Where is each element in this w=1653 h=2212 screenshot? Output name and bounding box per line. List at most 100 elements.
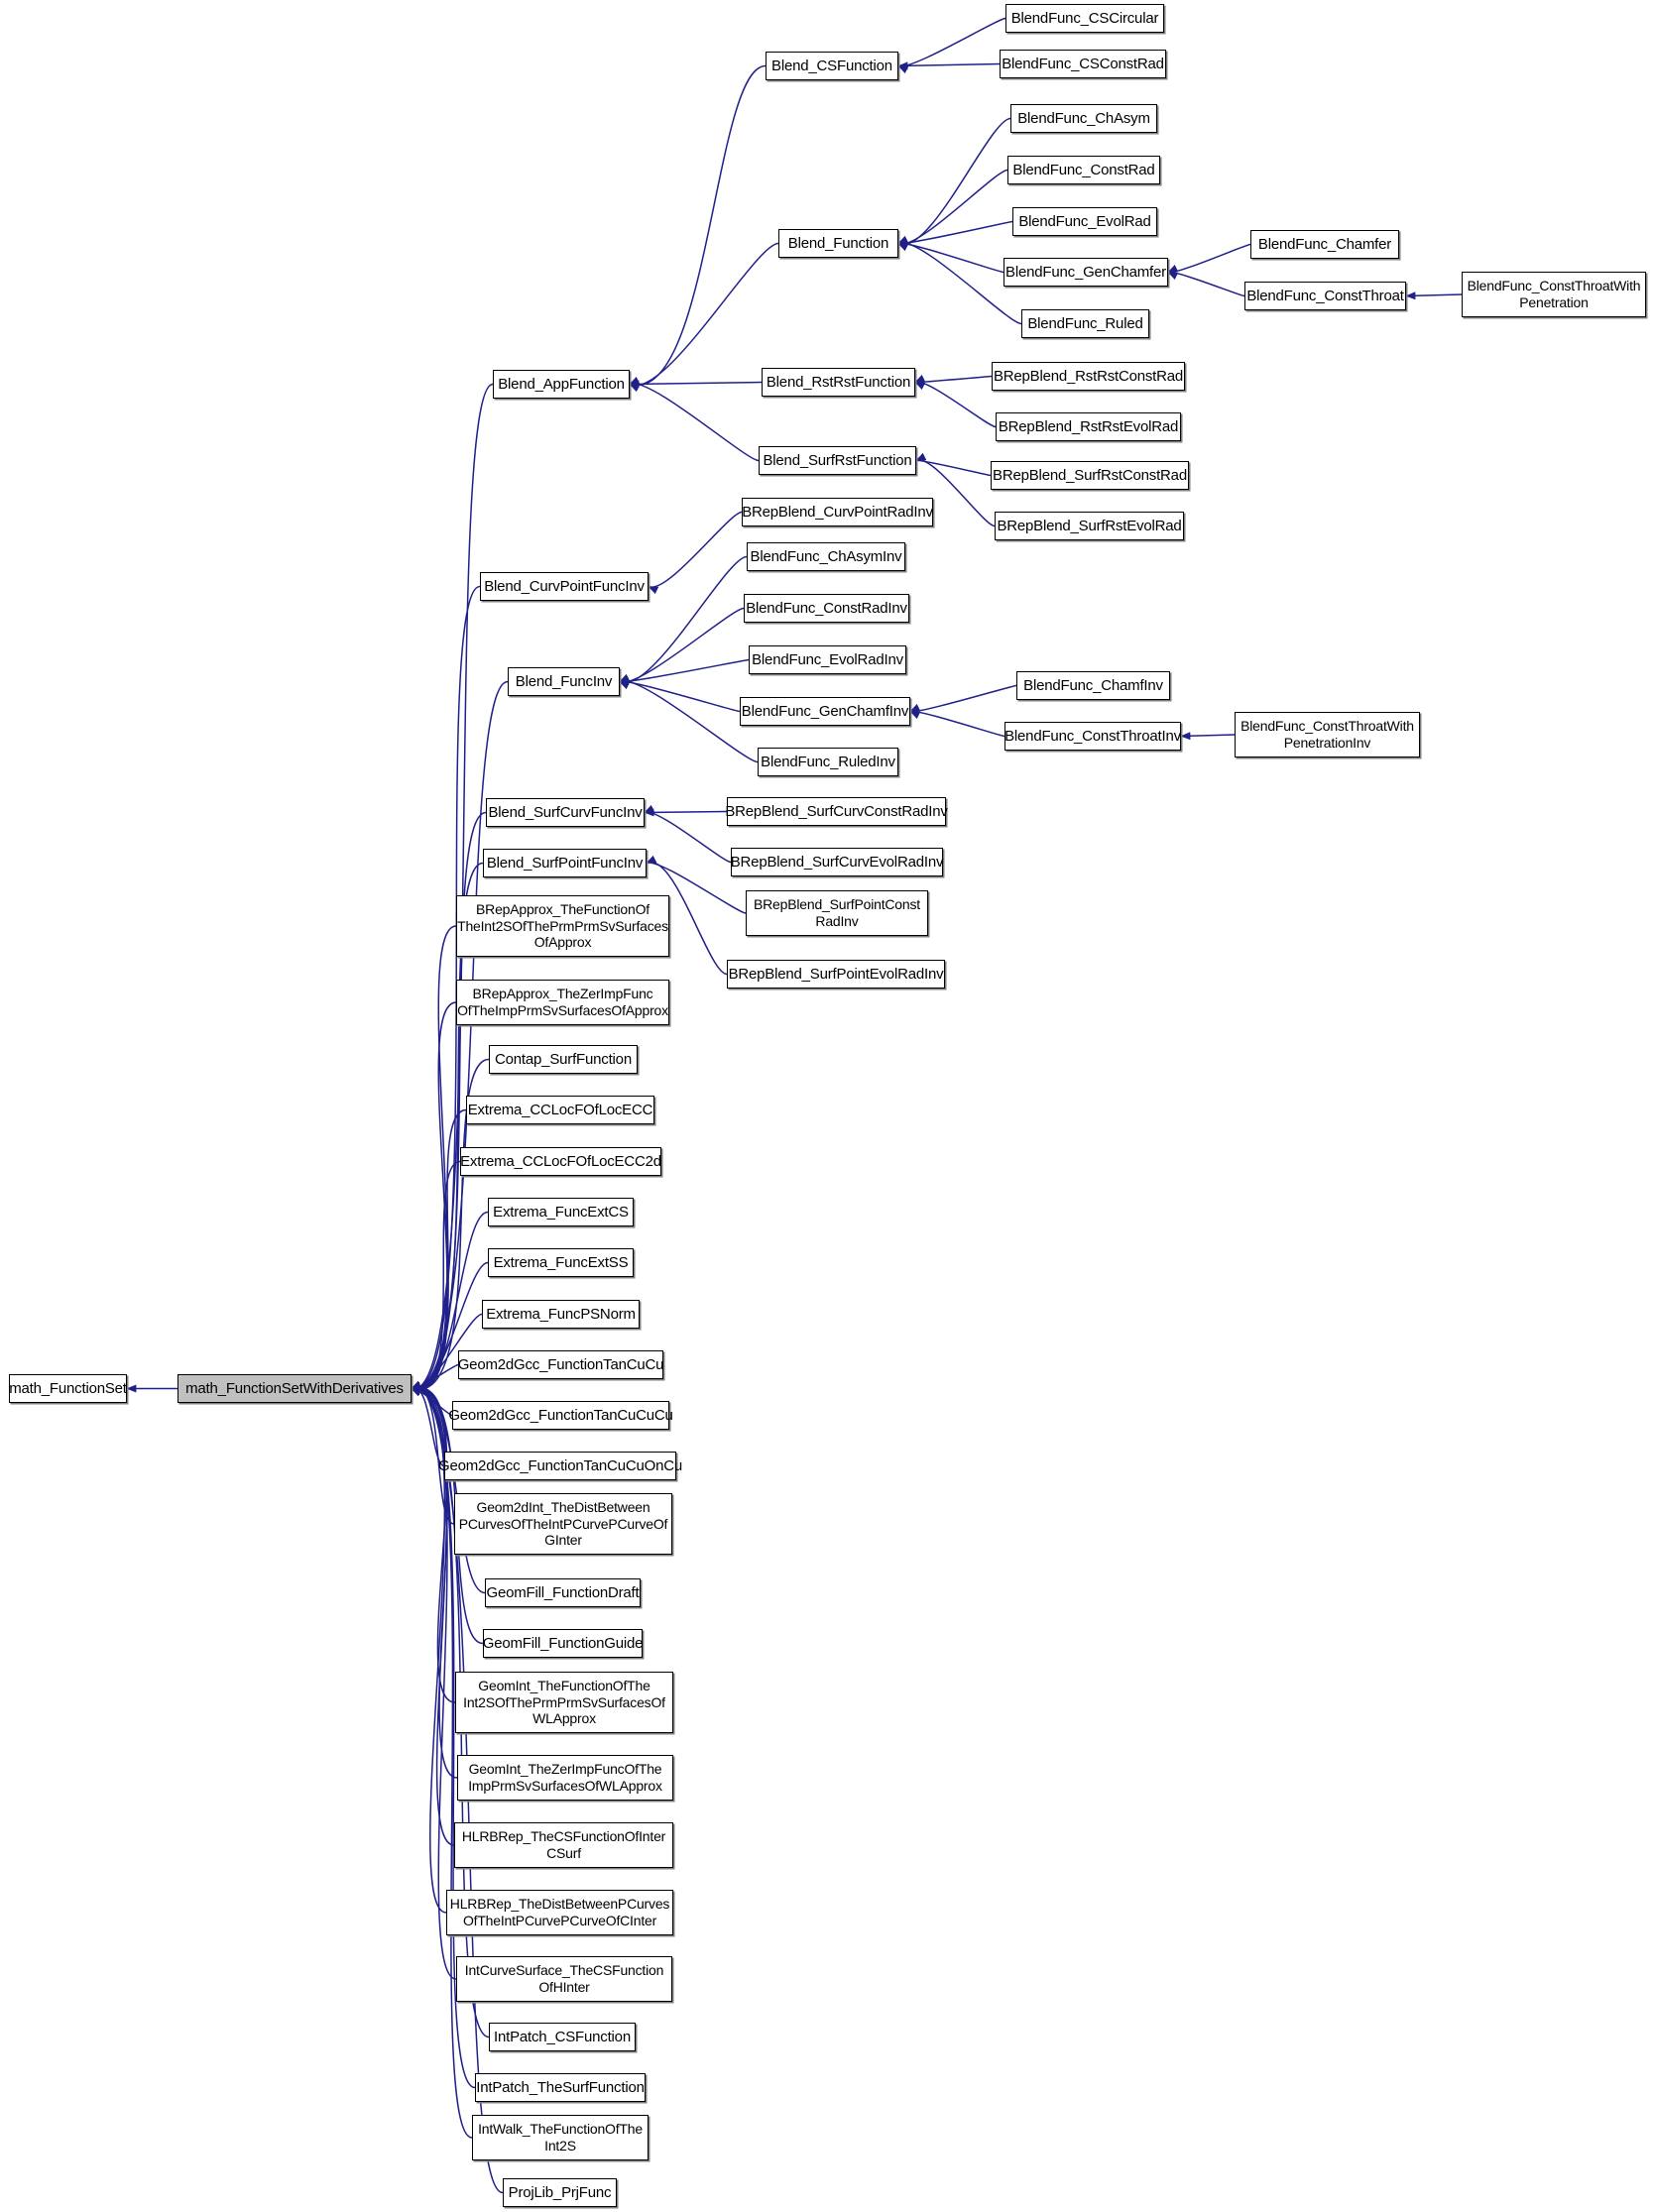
class-node-GeomInt_TheFunctionOfTheInt2SOfThePrmPrmSvSurfacesOfWLApprox[interactable]: GeomInt_TheFunctionOfThe Int2SOfThePrmPr… (455, 1672, 673, 1733)
inheritance-edge (411, 1363, 459, 1397)
class-node-IntWalk_TheFunctionOfTheInt2S[interactable]: IntWalk_TheFunctionOfThe Int2S (472, 2115, 649, 2160)
class-node-label: BRepBlend_RstRstConstRad (993, 367, 1184, 385)
class-node-BRepBlend_SurfCurvEvolRadInv[interactable]: BRepBlend_SurfCurvEvolRadInv (731, 848, 943, 876)
class-node-BlendFunc_Ruled[interactable]: BlendFunc_Ruled (1021, 309, 1149, 338)
class-node-BlendFunc_CSConstRad[interactable]: BlendFunc_CSConstRad (1000, 50, 1166, 78)
class-node-BRepBlend_SurfRstConstRad[interactable]: BRepBlend_SurfRstConstRad (991, 461, 1189, 490)
class-node-BRepBlend_SurfPointEvolRadInv[interactable]: BRepBlend_SurfPointEvolRadInv (727, 960, 945, 989)
class-node-BRepBlend_SurfRstEvolRad[interactable]: BRepBlend_SurfRstEvolRad (995, 512, 1184, 540)
class-node-label: Blend_CurvPointFuncInv (484, 577, 645, 595)
class-node-BRepApprox_TheZerImpFuncOfTheImpPrmSvSurfacesOfApprox[interactable]: BRepApprox_TheZerImpFunc OfTheImpPrmSvSu… (456, 980, 669, 1025)
class-node-label: IntWalk_TheFunctionOfThe Int2S (478, 2121, 643, 2154)
class-node-ProjLib_PrjFunc[interactable]: ProjLib_PrjFunc (503, 2178, 617, 2207)
class-node-Blend_CSFunction[interactable]: Blend_CSFunction (766, 52, 898, 80)
class-node-BlendFunc_GenChamfer[interactable]: BlendFunc_GenChamfer (1004, 258, 1168, 287)
inheritance-edge (619, 607, 745, 690)
class-node-label: HLRBRep_TheDistBetweenPCurves OfTheIntPC… (449, 1896, 670, 1928)
class-node-BlendFunc_RuledInv[interactable]: BlendFunc_RuledInv (758, 748, 898, 776)
class-node-label: BlendFunc_CSCircular (1010, 9, 1159, 27)
class-node-label: BlendFunc_GenChamfer (1005, 263, 1166, 281)
class-node-math_FunctionSetWithDerivatives[interactable]: math_FunctionSetWithDerivatives (177, 1374, 412, 1403)
class-node-label: Blend_FuncInv (515, 672, 613, 690)
class-node-GeomFill_FunctionGuide[interactable]: GeomFill_FunctionGuide (483, 1629, 643, 1658)
class-node-math_FunctionSet[interactable]: math_FunctionSet (9, 1374, 127, 1403)
class-node-BlendFunc_ConstRad[interactable]: BlendFunc_ConstRad (1007, 156, 1160, 184)
class-node-label: GeomFill_FunctionDraft (486, 1583, 640, 1601)
class-node-BlendFunc_ConstThroatWithPenetrationInv[interactable]: BlendFunc_ConstThroatWith PenetrationInv (1235, 712, 1420, 757)
class-node-Blend_SurfPointFuncInv[interactable]: Blend_SurfPointFuncInv (483, 849, 647, 877)
class-node-BlendFunc_Chamfer[interactable]: BlendFunc_Chamfer (1250, 230, 1399, 259)
class-node-Blend_RstRstFunction[interactable]: Blend_RstRstFunction (762, 368, 915, 397)
class-node-Extrema_FuncPSNorm[interactable]: Extrema_FuncPSNorm (482, 1300, 640, 1329)
class-node-Blend_AppFunction[interactable]: Blend_AppFunction (493, 370, 630, 399)
class-node-Extrema_CCLocFOfLocECC[interactable]: Extrema_CCLocFOfLocECC (466, 1096, 654, 1124)
class-node-Blend_SurfRstFunction[interactable]: Blend_SurfRstFunction (759, 446, 916, 475)
class-node-label: BlendFunc_ConstThroat (1246, 287, 1404, 304)
class-node-Blend_Function[interactable]: Blend_Function (778, 229, 898, 258)
class-node-label: BRepBlend_CurvPointRadInv (742, 503, 933, 521)
inheritance-edge (411, 1160, 461, 1396)
class-node-HLRBRep_TheDistBetweenPCurvesOfTheIntPCurvePCurveOfCInter[interactable]: HLRBRep_TheDistBetweenPCurves OfTheIntPC… (446, 1890, 673, 1935)
class-node-BlendFunc_GenChamfInv[interactable]: BlendFunc_GenChamfInv (740, 697, 910, 726)
class-node-BlendFunc_CSCircular[interactable]: BlendFunc_CSCircular (1005, 4, 1164, 33)
class-node-BRepBlend_RstRstEvolRad[interactable]: BRepBlend_RstRstEvolRad (996, 412, 1181, 441)
class-node-Geom2dGcc_FunctionTanCuCuOnCu[interactable]: Geom2dGcc_FunctionTanCuCuOnCu (438, 1452, 682, 1480)
class-node-BlendFunc_ConstRadInv[interactable]: BlendFunc_ConstRadInv (744, 594, 909, 623)
class-node-label: Geom2dGcc_FunctionTanCuCu (457, 1355, 664, 1373)
class-node-Extrema_CCLocFOfLocECC2d[interactable]: Extrema_CCLocFOfLocECC2d (460, 1147, 661, 1176)
class-node-GeomInt_TheZerImpFuncOfTheImpPrmSvSurfacesOfWLApprox[interactable]: GeomInt_TheZerImpFuncOfThe ImpPrmSvSurfa… (457, 1755, 673, 1801)
class-node-GeomFill_FunctionDraft[interactable]: GeomFill_FunctionDraft (485, 1578, 641, 1607)
class-node-IntPatch_TheSurfFunction[interactable]: IntPatch_TheSurfFunction (475, 2073, 646, 2102)
class-node-label: Extrema_CCLocFOfLocECC (467, 1101, 653, 1118)
class-node-BlendFunc_EvolRadInv[interactable]: BlendFunc_EvolRadInv (749, 645, 906, 674)
class-node-IntCurveSurface_TheCSFunctionOfHInter[interactable]: IntCurveSurface_TheCSFunction OfHInter (456, 1956, 672, 2002)
class-node-label: Blend_AppFunction (498, 375, 625, 393)
class-node-Contap_SurfFunction[interactable]: Contap_SurfFunction (489, 1045, 638, 1074)
class-node-label: GeomInt_TheZerImpFuncOfThe ImpPrmSvSurfa… (468, 1761, 662, 1794)
class-node-BlendFunc_ChamfInv[interactable]: BlendFunc_ChamfInv (1016, 671, 1170, 700)
class-node-label: Extrema_FuncExtSS (493, 1253, 629, 1271)
class-node-BRepBlend_RstRstConstRad[interactable]: BRepBlend_RstRstConstRad (992, 362, 1185, 391)
class-node-BlendFunc_ChAsym[interactable]: BlendFunc_ChAsym (1010, 104, 1157, 133)
class-node-label: math_FunctionSet (9, 1379, 127, 1397)
inheritance-diagram: math_FunctionSet math_FunctionSetWithDeri… (0, 0, 1653, 2212)
class-node-label: BRepBlend_SurfPointConst RadInv (754, 896, 920, 929)
class-node-label: BlendFunc_RuledInv (761, 753, 895, 770)
inheritance-edge (897, 220, 1013, 252)
class-node-BRepBlend_CurvPointRadInv[interactable]: BRepBlend_CurvPointRadInv (742, 498, 933, 526)
class-node-label: BlendFunc_EvolRad (1018, 212, 1151, 230)
class-node-label: Blend_RstRstFunction (766, 373, 911, 391)
class-node-label: BRepBlend_SurfCurvConstRadInv (725, 802, 948, 820)
class-node-label: ProjLib_PrjFunc (508, 2183, 612, 2201)
class-node-label: IntPatch_TheSurfFunction (476, 2078, 645, 2096)
class-node-label: Blend_SurfCurvFuncInv (488, 803, 643, 821)
inheritance-edge (411, 383, 494, 1395)
class-node-Geom2dGcc_FunctionTanCuCuCu[interactable]: Geom2dGcc_FunctionTanCuCuCu (448, 1401, 673, 1430)
class-node-label: BRepApprox_TheFunctionOf TheInt2SOfThePr… (457, 901, 668, 951)
class-node-BlendFunc_ConstThroatInv[interactable]: BlendFunc_ConstThroatInv (1004, 722, 1181, 751)
class-node-BlendFunc_EvolRad[interactable]: BlendFunc_EvolRad (1012, 207, 1157, 236)
class-node-Extrema_FuncExtSS[interactable]: Extrema_FuncExtSS (488, 1248, 634, 1277)
class-node-HLRBRep_TheCSFunctionOfInterCSurf[interactable]: HLRBRep_TheCSFunctionOfInter CSurf (454, 1822, 673, 1868)
class-node-Blend_FuncInv[interactable]: Blend_FuncInv (508, 667, 620, 696)
class-node-label: BRepBlend_SurfRstConstRad (993, 466, 1187, 484)
class-node-Extrema_FuncExtCS[interactable]: Extrema_FuncExtCS (488, 1198, 634, 1226)
class-node-BRepBlend_SurfPointConstRadInv[interactable]: BRepBlend_SurfPointConst RadInv (746, 890, 928, 936)
inheritance-edge (411, 1001, 457, 1395)
inheritance-edge (629, 64, 767, 391)
class-node-Blend_CurvPointFuncInv[interactable]: Blend_CurvPointFuncInv (480, 572, 649, 601)
class-node-Geom2dInt_TheDistBetweenPCurvesOfTheIntPCurvePCurveOfGInter[interactable]: Geom2dInt_TheDistBetween PCurvesOfTheInt… (454, 1493, 672, 1555)
class-node-BlendFunc_ConstThroatWithPenetration[interactable]: BlendFunc_ConstThroatWith Penetration (1462, 272, 1646, 317)
class-node-BlendFunc_ConstThroat[interactable]: BlendFunc_ConstThroat (1244, 282, 1406, 310)
class-node-label: Blend_Function (787, 234, 889, 252)
class-node-Geom2dGcc_FunctionTanCuCu[interactable]: Geom2dGcc_FunctionTanCuCu (458, 1350, 664, 1379)
class-node-Blend_SurfCurvFuncInv[interactable]: Blend_SurfCurvFuncInv (486, 798, 645, 827)
class-node-label: BRepBlend_RstRstEvolRad (998, 417, 1179, 435)
class-node-label: IntCurveSurface_TheCSFunction OfHInter (464, 1962, 664, 1995)
inheritance-edge (411, 680, 509, 1395)
class-node-BRepBlend_SurfCurvConstRadInv[interactable]: BRepBlend_SurfCurvConstRadInv (725, 797, 948, 826)
class-node-BlendFunc_ChAsymInv[interactable]: BlendFunc_ChAsymInv (747, 542, 905, 571)
class-node-BRepApprox_TheFunctionOfTheInt2SOfThePrmPrmSvSurfacesOfApprox[interactable]: BRepApprox_TheFunctionOf TheInt2SOfThePr… (456, 895, 669, 957)
class-node-IntPatch_CSFunction[interactable]: IntPatch_CSFunction (489, 2023, 636, 2051)
inheritance-edge (411, 925, 457, 1395)
